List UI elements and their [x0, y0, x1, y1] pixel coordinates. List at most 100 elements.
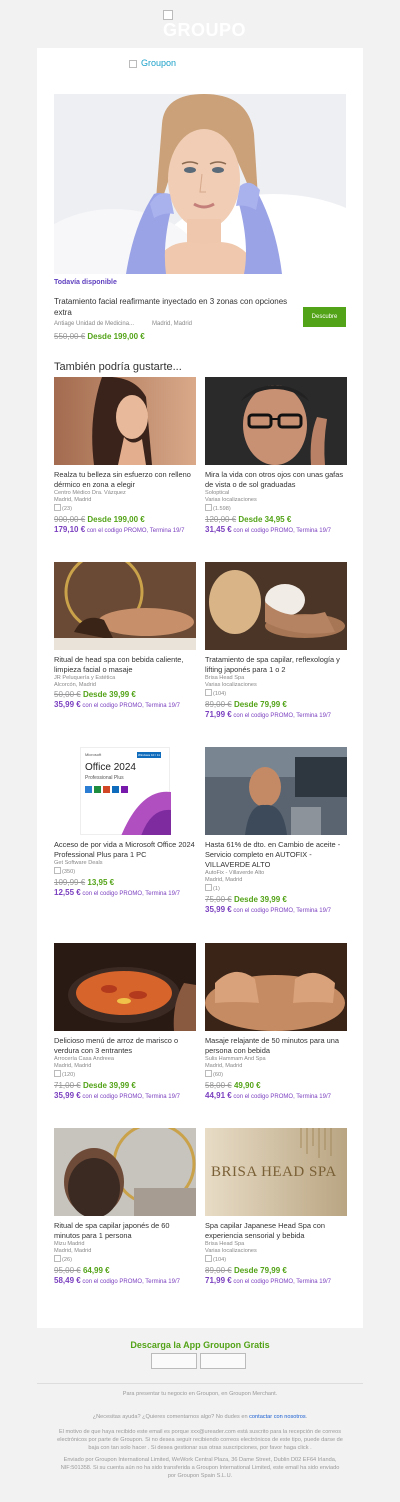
deal-promo: 179,10 € con el codigo PROMO, Termina 19… [54, 525, 196, 536]
footer-divider [37, 1383, 363, 1384]
deal-image[interactable]: Microsoft Windows 10 / 11 Office 2024 Pr… [54, 747, 196, 835]
deal-rating: (23) [54, 504, 196, 514]
deal-title[interactable]: Masaje relajante de 50 minutos para una … [205, 1036, 347, 1056]
rating-count: (350) [62, 869, 76, 875]
header-logo-alt: Groupon [141, 58, 177, 68]
deal-card[interactable]: Hasta 61% de dto. en Cambio de aceite - … [205, 747, 347, 916]
deal-image[interactable] [54, 943, 196, 1031]
deal-promo: 35,99 € con el codigo PROMO, Termina 19/… [205, 905, 347, 916]
hero-old-price: 550,00 € [54, 332, 86, 341]
deal-image[interactable]: BRISA HEAD SPA [205, 1128, 347, 1216]
rating-count: (104) [213, 1257, 227, 1263]
deal-card[interactable]: BRISA HEAD SPA Spa capilar Japanese Head… [205, 1128, 347, 1287]
new-price: 49,90 € [233, 1081, 261, 1090]
star-rating-icon [54, 1070, 61, 1077]
old-price: 58,00 € [205, 1081, 232, 1090]
deal-title[interactable]: Tratamiento de spa capilar, reflexología… [205, 655, 347, 675]
new-price: 64,99 € [82, 1266, 110, 1275]
promo-text: con el codigo PROMO, Termina 19/7 [82, 1094, 180, 1100]
deal-image[interactable] [54, 562, 196, 650]
deal-image[interactable] [205, 943, 347, 1031]
deal-prices: 900,00 € Desde 199,00 € [54, 514, 196, 525]
deal-card[interactable]: Microsoft Windows 10 / 11 Office 2024 Pr… [54, 747, 196, 899]
deal-prices: 89,00 € Desde 79,99 € [205, 699, 347, 710]
help-suffix: . [305, 1414, 308, 1420]
deal-card[interactable]: Delicioso menú de arroz de marisco o ver… [54, 943, 196, 1102]
deal-card[interactable]: Realza tu belleza sin esfuerzo con relle… [54, 377, 196, 536]
deal-promo: 44,91 € con el codigo PROMO, Termina 19/… [205, 1091, 347, 1102]
deal-promo: 31,45 € con el codigo PROMO, Termina 19/… [205, 525, 347, 536]
deal-rating: (350) [54, 867, 196, 877]
deal-location: Alcorcón, Madrid [54, 682, 96, 688]
hero-deal-image[interactable] [54, 94, 346, 274]
promo-price: 35,99 € [54, 1091, 81, 1100]
broken-image-icon [163, 10, 173, 20]
deal-title[interactable]: Realza tu belleza sin esfuerzo con relle… [54, 470, 196, 490]
email-card: Groupon Todavía disponible Tratamiento f… [37, 48, 363, 1328]
hero-location: Madrid, Madrid [152, 321, 193, 327]
app-store-badge[interactable] [151, 1353, 197, 1369]
deal-prices: 109,99 € 13,95 € [54, 877, 196, 888]
old-price: 109,99 € [54, 878, 86, 887]
office-brand: Microsoft [85, 752, 102, 757]
google-play-badge[interactable] [200, 1353, 246, 1369]
deal-merchant: Centro Médico Dra. Vázquez [54, 490, 126, 496]
old-price: 95,00 € [54, 1266, 81, 1275]
promo-price: 71,99 € [205, 710, 232, 719]
rating-count: (26) [62, 1257, 72, 1263]
promo-price: 179,10 € [54, 525, 86, 534]
deal-title[interactable]: Spa capilar Japanese Head Spa con experi… [205, 1221, 347, 1241]
promo-price: 31,45 € [205, 525, 232, 534]
deal-title[interactable]: Ritual de spa capilar japonés de 60 minu… [54, 1221, 196, 1241]
top-logo[interactable]: GROUPO [0, 0, 400, 48]
promo-price: 58,49 € [54, 1276, 81, 1285]
deal-card[interactable]: Ritual de head spa con bebida caliente, … [54, 562, 196, 711]
contact-link[interactable]: contactar con nosotros [249, 1414, 306, 1420]
deal-location: Madrid, Madrid [54, 497, 92, 503]
deal-rating: (120) [54, 1070, 196, 1080]
deal-location: Madrid, Madrid [205, 877, 243, 883]
office-edition: Professional Plus [85, 775, 124, 781]
new-price: Desde 39,99 € [82, 1081, 136, 1090]
deal-promo: 71,99 € con el codigo PROMO, Termina 19/… [205, 710, 347, 721]
deal-title[interactable]: Delicioso menú de arroz de marisco o ver… [54, 1036, 196, 1056]
rating-count: (120) [62, 1072, 76, 1078]
hero-price: 550,00 € Desde 199,00 € [54, 332, 145, 341]
deal-image[interactable] [54, 1128, 196, 1216]
discover-button[interactable]: Descubre [303, 307, 346, 327]
hero-title[interactable]: Tratamiento facial reafirmante inyectado… [54, 296, 289, 318]
deal-card[interactable]: Tratamiento de spa capilar, reflexología… [205, 562, 347, 721]
deal-title[interactable]: Mira la vida con otros ojos con unas gaf… [205, 470, 347, 490]
deal-title[interactable]: Acceso de por vida a Microsoft Office 20… [54, 840, 196, 860]
hero-new-price: Desde 199,00 € [87, 332, 145, 341]
help-text: ¿Necesitas ayuda? ¿Quieres comentarnos a… [57, 1413, 343, 1421]
deal-image[interactable] [205, 562, 347, 650]
deal-merchant: Get Software Deals [54, 860, 103, 866]
star-rating-icon [54, 1255, 61, 1262]
star-rating-icon [205, 689, 212, 696]
deal-card[interactable]: Ritual de spa capilar japonés de 60 minu… [54, 1128, 196, 1287]
deal-promo: 35,99 € con el codigo PROMO, Termina 19/… [54, 700, 196, 711]
app-download-title: Descarga la App Groupon Gratis [130, 1340, 270, 1350]
rating-count: (23) [62, 506, 72, 512]
star-rating-icon [205, 1255, 212, 1262]
promo-text: con el codigo PROMO, Termina 19/7 [233, 1094, 331, 1100]
deal-location: Varias localizaciones [205, 1248, 257, 1254]
deal-title[interactable]: Hasta 61% de dto. en Cambio de aceite - … [205, 840, 347, 870]
deal-image[interactable] [205, 747, 347, 835]
deal-card[interactable]: Mira la vida con otros ojos con unas gaf… [205, 377, 347, 536]
header-logo[interactable]: Groupon [129, 58, 279, 72]
deal-card[interactable]: Masaje relajante de 50 minutos para una … [205, 943, 347, 1102]
rating-count: (104) [213, 691, 227, 697]
deal-image[interactable] [205, 377, 347, 465]
merchant-text: Para presentar tu negocio en Groupon, en… [122, 1391, 278, 1397]
deal-image[interactable] [54, 377, 196, 465]
deal-title[interactable]: Ritual de head spa con bebida caliente, … [54, 655, 196, 675]
deal-location: Madrid, Madrid [205, 1063, 243, 1069]
deal-rating: (1) [205, 884, 347, 894]
deal-prices: 50,00 € Desde 39,99 € [54, 689, 196, 700]
rating-count: (1) [213, 886, 220, 892]
promo-text: con el codigo PROMO, Termina 19/7 [233, 713, 331, 719]
subscription-reason-text: El motivo de que haya recibido este emai… [57, 1429, 343, 1451]
deal-rating: (26) [54, 1255, 196, 1265]
